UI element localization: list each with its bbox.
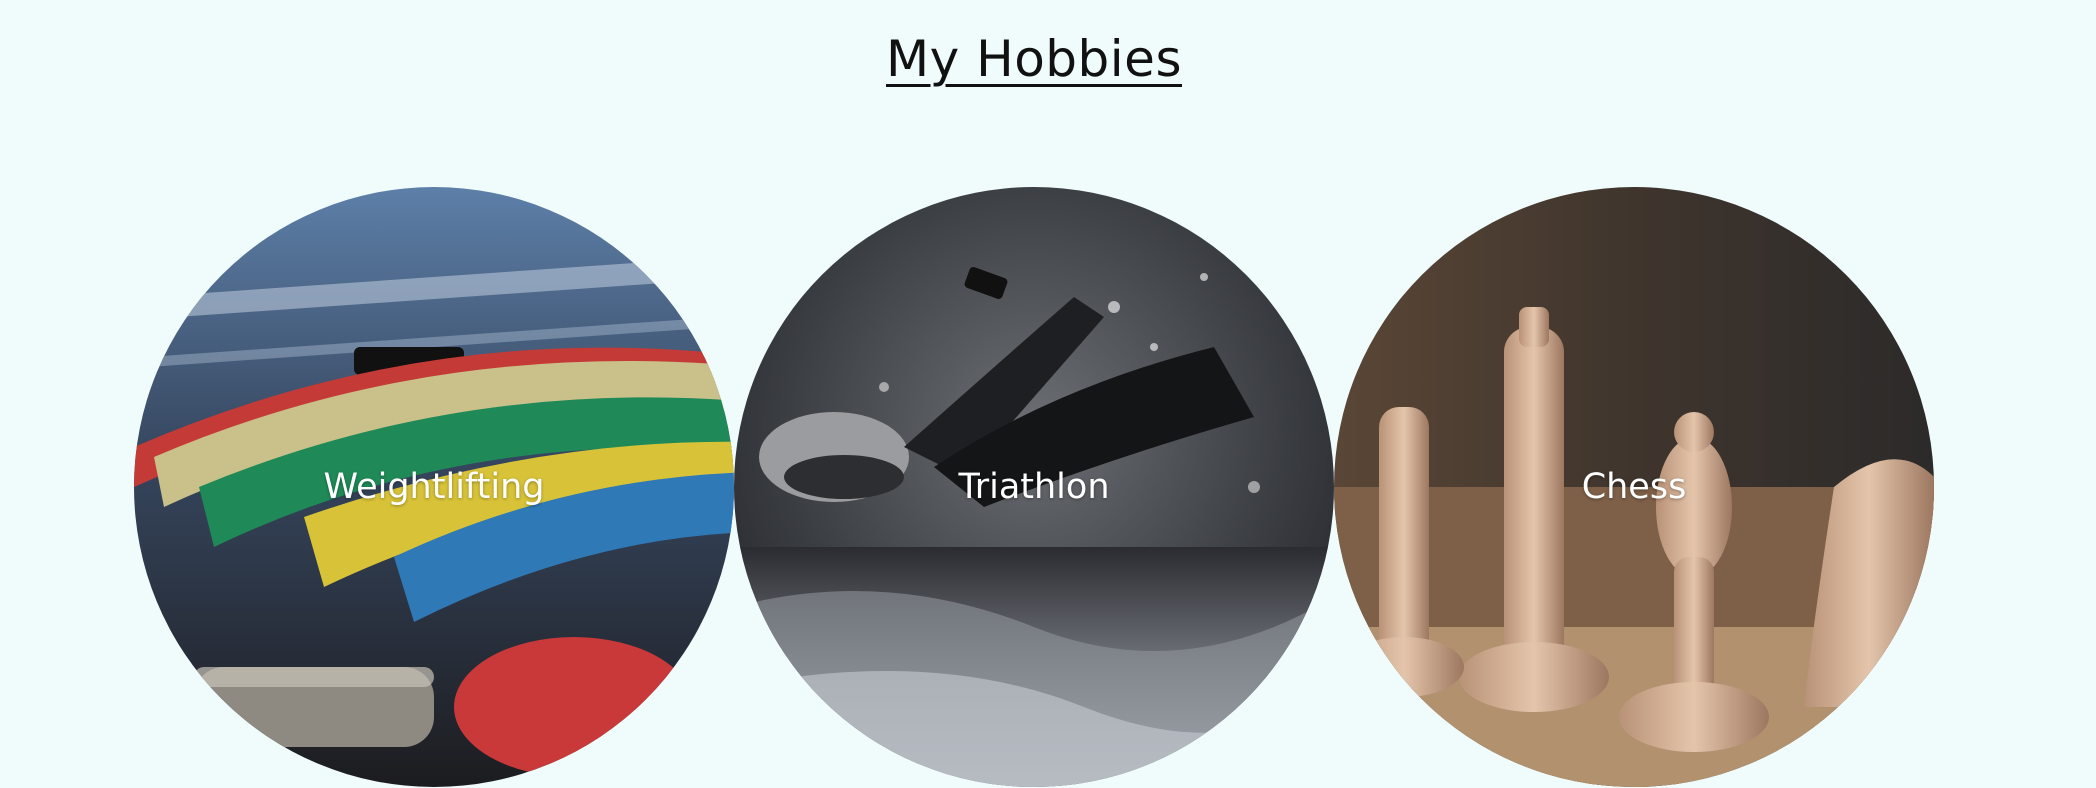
page-title: My Hobbies xyxy=(886,30,1182,88)
weightlifting-image xyxy=(134,187,734,787)
chess-image xyxy=(1334,187,1934,787)
hobby-card-triathlon[interactable]: Triathlon xyxy=(734,187,1334,787)
hobby-card-chess[interactable]: Chess xyxy=(1334,187,1934,787)
hobby-card-weightlifting[interactable]: Weightlifting xyxy=(134,187,734,787)
triathlon-image xyxy=(734,187,1334,787)
